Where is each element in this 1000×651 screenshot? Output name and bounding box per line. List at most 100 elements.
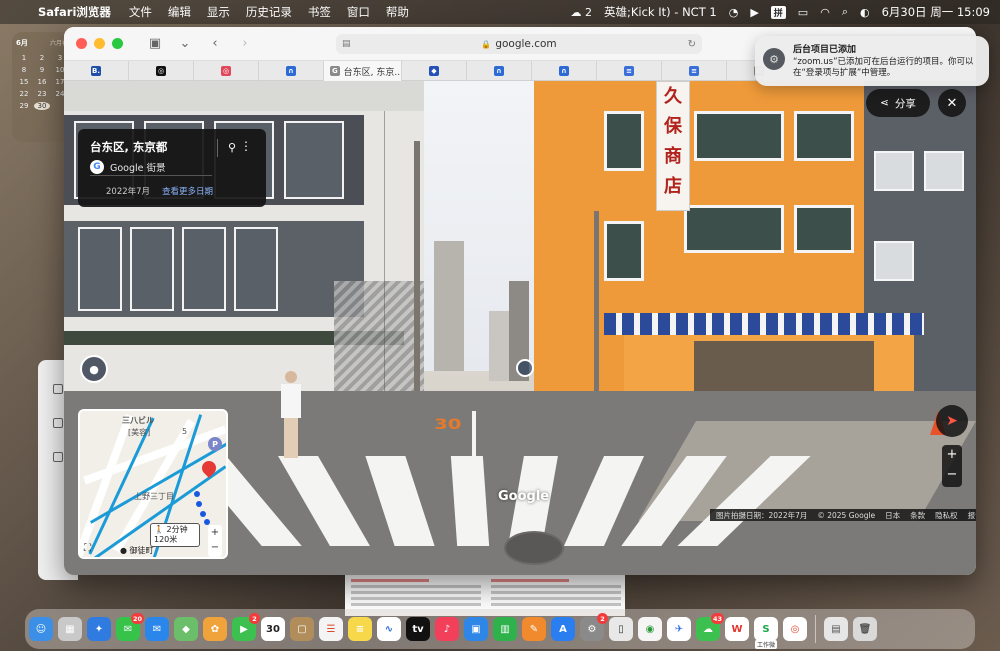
browser-tab[interactable]: G 台东区, 东京... [324, 61, 402, 81]
dock-system-settings-icon[interactable]: ⚙ 2 [580, 613, 608, 641]
menu-help[interactable]: 帮助 [386, 4, 409, 20]
walk-icon: 🚶 [154, 525, 164, 534]
dock-glyph: ∿ [384, 623, 394, 635]
wifi-icon[interactable]: ◠ [820, 6, 830, 19]
apple-icon[interactable] [10, 5, 24, 19]
menu-window[interactable]: 窗口 [347, 4, 370, 20]
footer-terms[interactable]: 条款 [910, 510, 925, 521]
tab-title: 台东区, 东京... [343, 67, 401, 78]
dock-numbers-icon[interactable]: ▥ [493, 617, 517, 641]
dock-notes-icon[interactable]: ≡ [348, 617, 372, 641]
dock-launchpad-icon[interactable]: ▦ [58, 617, 82, 641]
zoom-in-button[interactable]: + [942, 445, 962, 465]
footer-privacy[interactable]: 隐私权 [935, 510, 958, 521]
street-view-marker[interactable] [516, 359, 534, 377]
dock-pages-icon[interactable]: ✎ [522, 617, 546, 641]
location-pin-icon[interactable]: ⚲ [228, 141, 236, 154]
dock-reminders-icon[interactable]: ☰ [319, 617, 343, 641]
minimap[interactable]: 三八ビル [美容] 5 上野三丁目 P 🚶 2分钟 120米 + − ⛶ ● 御… [78, 409, 228, 559]
play-icon[interactable]: ▶ [750, 6, 758, 19]
dock-photos-icon[interactable]: ✿ [203, 617, 227, 641]
google-logo-icon: G [90, 160, 104, 174]
menu-bookmarks[interactable]: 书签 [308, 4, 331, 20]
zoom-out-button[interactable]: − [942, 465, 962, 485]
dock-wecom-icon[interactable]: S 工作微 [754, 617, 778, 649]
menu-edit[interactable]: 编辑 [168, 4, 191, 20]
dock-maps-icon[interactable]: ◆ [174, 617, 198, 641]
dock-freeform-icon[interactable]: ∿ [377, 617, 401, 641]
calendar-widget[interactable]: 6月 六月初 1 2 3 8 9 10 15 16 17 22 23 24 29 30 [12, 32, 72, 142]
browser-tab[interactable]: B. [64, 61, 129, 81]
reload-icon[interactable]: ↻ [688, 39, 696, 50]
dock-badge: 43 [710, 613, 724, 624]
menu-datetime[interactable]: 6月30日 周一 15:09 [882, 4, 990, 20]
control-center-icon[interactable]: ◐ [860, 6, 870, 19]
browser-tab[interactable]: ◎ [194, 61, 259, 81]
clock-icon[interactable]: ◔ [729, 6, 739, 19]
dock-glyph: ✉ [152, 623, 162, 635]
minimap-zoom-out-button[interactable]: − [208, 540, 222, 555]
browser-tab[interactable]: ◎ [129, 61, 194, 81]
dock-app-store-icon[interactable]: A [551, 617, 575, 641]
menu-file[interactable]: 文件 [129, 4, 152, 20]
menu-history[interactable]: 历史记录 [246, 4, 292, 20]
minimap-zoom-in-button[interactable]: + [208, 525, 222, 540]
chevron-down-icon[interactable]: ⌄ [175, 35, 195, 53]
dock-glyph: ♪ [443, 623, 451, 635]
dock-chrome-icon[interactable]: ◎ [783, 617, 807, 641]
dock-chrome-green-icon[interactable]: ◉ [638, 617, 662, 641]
address-bar[interactable]: ▤ 🔒 google.com ↻ [336, 34, 702, 54]
dock-notes-brown-icon[interactable]: ▢ [290, 617, 314, 641]
dock-lark-icon[interactable]: ✈ [667, 617, 691, 641]
footer-report[interactable]: 报告问题 [968, 510, 976, 521]
footer-region[interactable]: 日本 [885, 510, 900, 521]
search-icon[interactable]: ⌕ [842, 5, 848, 19]
dock-music-icon[interactable]: ♪ [435, 617, 459, 641]
road-marking: 30 [434, 417, 462, 433]
dock-calendar-icon[interactable]: 30 [261, 617, 285, 641]
menu-view[interactable]: 显示 [207, 4, 230, 20]
see-more-dates-link[interactable]: 查看更多日期 [162, 185, 213, 197]
tab-favicon-icon: ◎ [156, 66, 166, 76]
dock-finder-icon[interactable]: ☺ [29, 617, 53, 641]
dock-downloads-icon[interactable]: ▤ [824, 617, 848, 641]
notification-banner[interactable]: ⚙ 后台项目已添加 “zoom.us”已添加可在后台运行的项目。你可以在“登录项… [755, 36, 989, 86]
dock-glyph: ✦ [94, 623, 104, 635]
dock-messages-icon[interactable]: ✉ 20 [116, 613, 144, 641]
sidebar-toggle-icon[interactable]: ▣ [145, 35, 165, 53]
dock-facetime-icon[interactable]: ▶ 2 [232, 613, 260, 641]
browser-tab[interactable]: ≡ [597, 61, 662, 81]
menu-app-name[interactable]: Safari浏览器 [38, 4, 111, 20]
dock-badge: 2 [597, 613, 608, 624]
parking-icon[interactable]: P [208, 437, 222, 451]
dock-mail-icon[interactable]: ✉ [145, 617, 169, 641]
forward-icon[interactable]: › [235, 35, 255, 53]
dock-wechat-icon[interactable]: ☁ 43 [696, 613, 724, 641]
more-options-icon[interactable]: ⋮ [240, 139, 252, 153]
dock-iphone-mirroring-icon[interactable]: ▯ [609, 617, 633, 641]
dock-trash-icon[interactable]: 🗑 [853, 617, 877, 641]
fullscreen-window-button[interactable] [112, 38, 123, 49]
status-app-icon[interactable]: ☁ 2 [570, 6, 592, 19]
battery-icon[interactable]: ▭ [798, 6, 808, 19]
back-icon[interactable]: ‹ [205, 35, 225, 53]
dock-apple-tv-icon[interactable]: tv [406, 617, 430, 641]
now-playing[interactable]: 英雄;Kick It) - NCT 1 [604, 4, 717, 20]
minimize-window-button[interactable] [94, 38, 105, 49]
browser-tab[interactable]: ≡ [662, 61, 727, 81]
compass-icon[interactable]: ➤ [936, 405, 968, 437]
close-window-button[interactable] [76, 38, 87, 49]
dock-keynote-icon[interactable]: ▣ [464, 617, 488, 641]
browser-tab[interactable]: ∩ [467, 61, 532, 81]
location-marker-button[interactable]: ● [80, 355, 108, 383]
expand-icon[interactable]: ⛶ [84, 543, 91, 554]
share-button[interactable]: ⋖ 分享 [866, 89, 930, 117]
browser-tab[interactable]: ◆ [402, 61, 467, 81]
close-street-view-button[interactable]: ✕ [938, 89, 966, 117]
dock-safari-icon[interactable]: ✦ [87, 617, 111, 641]
browser-tab[interactable]: ∩ [259, 61, 324, 81]
browser-tab[interactable]: ∩ [532, 61, 597, 81]
page-menu-icon[interactable]: ▤ [342, 39, 351, 49]
input-method[interactable]: 拼 [770, 5, 786, 19]
dock-wps-icon[interactable]: W [725, 617, 749, 641]
